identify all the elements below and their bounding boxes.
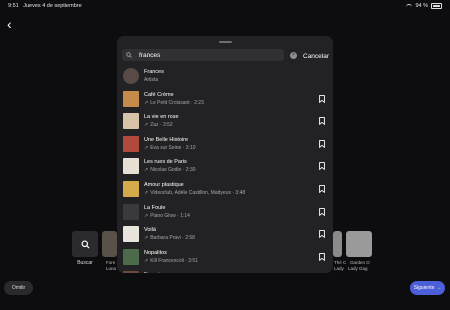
result-subtitle: Videoclub, Adèle Castillon, Mattyeux · 3…: [150, 190, 246, 196]
song-result-row[interactable]: Café Crème ↗ Le Petit Croissant · 2:23: [117, 89, 333, 111]
omitir-button[interactable]: Omitir: [4, 281, 33, 295]
bookmark-icon[interactable]: [319, 207, 325, 216]
status-bar: 9:51 Jueves 4 de septiembre 94 %: [0, 0, 450, 12]
background-album-right-1-title: Thé C: [334, 260, 347, 265]
search-sheet: frances × Cancelar Frances Artista Café Cr…: [117, 36, 333, 273]
back-chevron-icon[interactable]: ‹: [7, 17, 12, 31]
omitir-label: Omitir: [11, 285, 26, 291]
cancel-button[interactable]: Cancelar: [303, 53, 329, 60]
result-title: En noir: [144, 272, 161, 273]
result-title: Café Crème: [144, 91, 174, 98]
result-title: La Foule: [144, 204, 166, 211]
battery-icon: [431, 3, 442, 9]
song-result-row[interactable]: La Foule ↗ Piano Glow · 1:14: [117, 202, 333, 224]
result-subtitle-line: ↗ Piano Glow · 1:14: [144, 213, 190, 219]
result-subtitle-line: ↗ Barbara Pravi · 2:58: [144, 235, 195, 241]
result-subtitle: Piano Glow · 1:14: [150, 212, 190, 219]
background-album-left[interactable]: [102, 231, 117, 257]
result-title: La vie en rose: [144, 114, 179, 121]
result-subtitle: Nicolas Godin · 2:30: [150, 167, 196, 174]
result-subtitle-line: ↗ Nicolas Godin · 2:30: [144, 167, 196, 173]
album-artwork: [123, 248, 139, 265]
status-time: 9:51: [8, 3, 19, 9]
result-subtitle-line: Artista: [144, 77, 158, 83]
result-title: Frances: [144, 69, 164, 75]
background-album-right-1-artist: Lady: [334, 266, 344, 271]
status-date: Jueves 4 de septiembre: [23, 3, 82, 9]
song-result-row[interactable]: Voilà ↗ Barbara Pravi · 2:58: [117, 224, 333, 246]
artist-result-row[interactable]: Frances Artista: [117, 66, 333, 88]
album-artwork: [123, 226, 139, 243]
siguiente-label: Siguiente: [413, 285, 435, 291]
trending-arrow-icon: ↗: [144, 144, 149, 151]
trending-arrow-icon: ↗: [144, 167, 149, 174]
album-artwork: [123, 135, 139, 152]
result-subtitle: Barbara Pravi · 2:58: [150, 235, 195, 242]
background-album-right-2-title: Garden O: [350, 260, 370, 265]
result-subtitle-line: ↗ Kill Francescoli · 3:51: [144, 258, 198, 264]
background-album-left-artist: Luna: [106, 266, 117, 271]
song-result-row[interactable]: En noir: [117, 269, 333, 273]
result-title: Nopalitos: [144, 249, 167, 256]
album-artwork: [123, 271, 139, 273]
bookmark-icon[interactable]: [319, 117, 325, 126]
bookmark-icon[interactable]: [319, 162, 325, 171]
result-subtitle: Artista: [144, 77, 159, 83]
buscar-tile[interactable]: [72, 231, 98, 257]
search-icon: [80, 239, 90, 249]
background-album-left-title: Fore: [106, 260, 116, 265]
album-artwork: [123, 158, 139, 175]
album-artwork: [123, 203, 139, 220]
song-result-row[interactable]: Une Belle Histoire ↗ Eva sur Seine · 3:10: [117, 134, 333, 156]
result-title: Une Belle Histoire: [144, 136, 189, 143]
trending-arrow-icon: ↗: [144, 190, 149, 196]
search-field[interactable]: frances: [122, 49, 284, 61]
result-title: Les rues de Paris: [144, 159, 187, 166]
background-album-right-2[interactable]: [346, 231, 372, 257]
trending-arrow-icon: ↗: [144, 235, 149, 242]
battery-percent: 94 %: [415, 3, 428, 9]
trending-arrow-icon: ↗: [144, 212, 149, 219]
wifi-icon: [406, 3, 413, 9]
sheet-drag-handle[interactable]: [219, 41, 232, 43]
trending-arrow-icon: ↗: [144, 257, 149, 264]
song-result-row[interactable]: La vie en rose ↗ Zaz · 3:52: [117, 111, 333, 133]
bookmark-icon[interactable]: [319, 185, 325, 193]
result-subtitle: Zaz · 3:52: [150, 122, 173, 129]
artist-avatar: [123, 68, 139, 84]
search-icon: [126, 52, 132, 58]
result-subtitle: Le Petit Croissant · 2:23: [150, 99, 204, 106]
bookmark-icon[interactable]: [319, 139, 325, 148]
album-artwork: [123, 90, 139, 107]
result-title: Voilà: [144, 227, 156, 234]
result-subtitle: Kill Francescoli · 3:51: [150, 257, 198, 264]
trending-arrow-icon: ↗: [144, 99, 149, 106]
background-album-right-2-artist: Lady Gag: [348, 266, 368, 271]
song-result-row[interactable]: Amour plastique ↗ Videoclub, Adèle Castill…: [117, 179, 333, 201]
result-subtitle-line: ↗ Videoclub, Adèle Castillon, Mattyeux · …: [144, 190, 245, 196]
result-subtitle-line: ↗ Eva sur Seine · 3:10: [144, 145, 196, 151]
song-result-row[interactable]: Nopalitos ↗ Kill Francescoli · 3:51: [117, 247, 333, 269]
search-input[interactable]: frances: [139, 52, 160, 59]
bookmark-icon[interactable]: [319, 94, 325, 103]
clear-search-icon[interactable]: ×: [290, 52, 297, 59]
arrow-right-icon: →: [436, 285, 442, 291]
bookmark-icon[interactable]: [319, 230, 325, 239]
buscar-label: Buscar: [77, 260, 93, 266]
bookmark-icon[interactable]: [319, 252, 325, 261]
result-subtitle-line: ↗ Zaz · 3:52: [144, 122, 173, 128]
siguiente-button[interactable]: Siguiente →: [410, 281, 445, 295]
result-subtitle: Eva sur Seine · 3:10: [150, 144, 196, 151]
background-album-right-1[interactable]: [333, 231, 342, 257]
album-artwork: [123, 181, 139, 197]
trending-arrow-icon: ↗: [144, 122, 149, 129]
album-artwork: [123, 113, 139, 130]
result-title: Amour plastique: [144, 182, 184, 188]
song-result-row[interactable]: Les rues de Paris ↗ Nicolas Godin · 2:30: [117, 156, 333, 178]
result-subtitle-line: ↗ Le Petit Croissant · 2:23: [144, 100, 204, 106]
